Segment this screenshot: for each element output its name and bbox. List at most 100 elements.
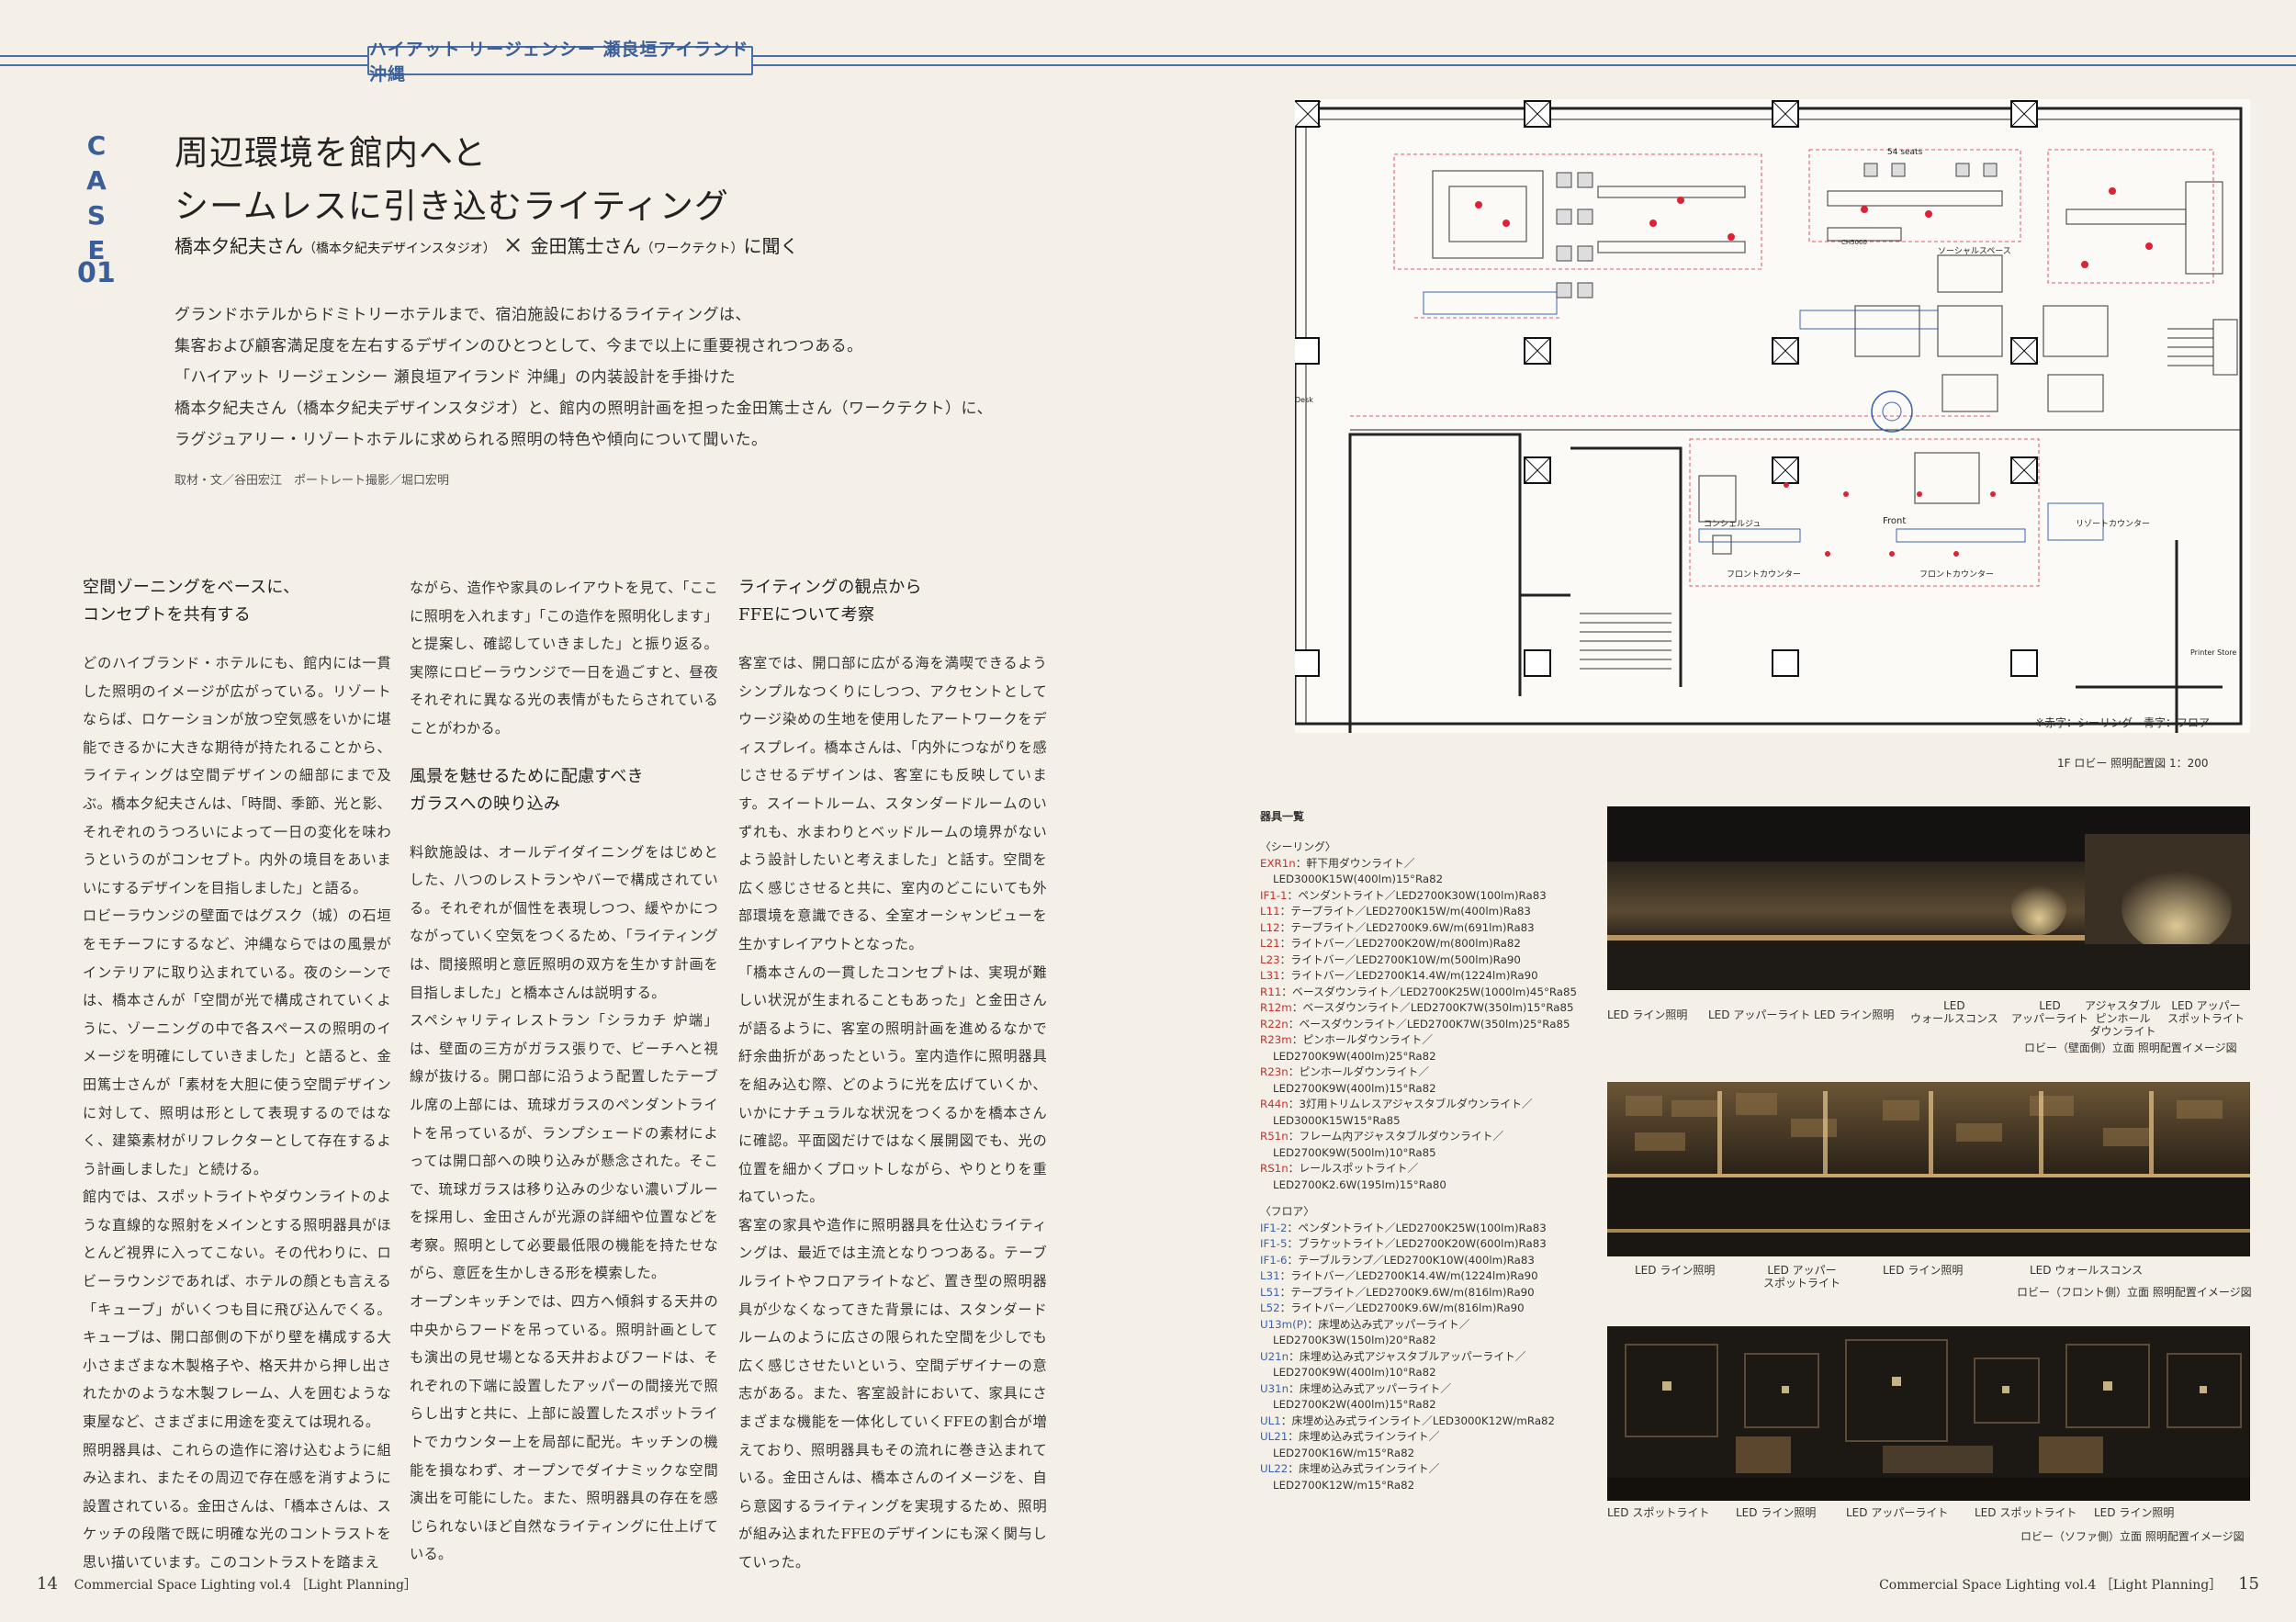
fixture-desc: ：床埋め込み式ラインライト／ (1288, 1462, 1440, 1475)
fixture-item: L31：ライトバー／LED2700K14.4W/m(1224lm)Ra90 (1260, 968, 1600, 985)
fixture-group-heading: 〈フロア〉 (1260, 1205, 1314, 1218)
fixture-spec: LED2700K16W/m15°Ra82 (1273, 1446, 1415, 1459)
body-paragraph: ロビーラウンジの壁面ではグスク（城）の石垣をモチーフにするなど、沖縄ならではの風… (83, 907, 391, 1177)
fixture-item: L31：ライトバー／LED2700K14.4W/m(1224lm)Ra90 (1260, 1268, 1600, 1285)
page-number: 14 (37, 1574, 58, 1594)
elevation-label: LED アッパー スポットライト (1763, 1264, 1841, 1290)
fixture-code: R23n (1260, 1065, 1289, 1078)
case-label: C A S E (81, 129, 112, 268)
fixture-spec: LED2700K9W(400lm)15°Ra82 (1273, 1081, 1436, 1095)
article-title: 周辺環境を館内へと シームレスに引き込むライティング (174, 127, 729, 233)
fixture-spec: LED2700K9W(400lm)25°Ra82 (1273, 1049, 1436, 1063)
person-name: 橋本夕紀夫さん (174, 235, 303, 257)
plan-label-front: Front (1883, 516, 1906, 526)
fixture-desc: ：3灯用トリムレスアジャスタブルダウンライト／ (1288, 1098, 1533, 1110)
elevation-label: LED アッパー スポットライト (2167, 999, 2245, 1025)
fixture-code: UL21 (1260, 1430, 1289, 1443)
fixture-code: L12 (1260, 920, 1280, 934)
lead-line: 集客および顧客満足度を左右するデザインのひとつとして、今まで以上に重要視されつつ… (174, 337, 863, 355)
case-number: 01 (77, 257, 116, 289)
body-paragraph: 客室では、開口部に広がる海を満喫できるようシンプルなつくりにしつつ、アクセントと… (738, 655, 1047, 952)
fixture-spec: LED2700K3W(150lm)20°Ra82 (1273, 1334, 1436, 1346)
elevation-label: LED ライン照明 (2094, 1506, 2175, 1519)
plan-label-social: ソーシャルスペース (1938, 247, 2011, 256)
plan-label-desk: Desk (1295, 396, 1313, 404)
fixture-item: IF1-1：ペンダントライト／LED2700K30W(100lm)Ra83 (1260, 888, 1600, 905)
fixture-spec: LED2700K12W/m15°Ra82 (1273, 1478, 1415, 1492)
fixture-desc: ：ライトバー／LED2700K14.4W/m(1224lm)Ra90 (1279, 1269, 1538, 1282)
elevation-image-wall (1607, 806, 2250, 990)
fixture-code: R22n (1260, 1017, 1289, 1031)
section-heading: 風景を魅せるために配慮すべき ガラスへの映り込み (410, 766, 644, 814)
plan-label-resort-counter: リゾートカウンター (2076, 519, 2150, 529)
fixture-item: R12m：ベースダウンライト／LED2700K7W(350lm)15°Ra85 (1260, 1000, 1600, 1017)
header-banner: ハイアット リージェンシー 瀬良垣アイランド 沖縄 (367, 39, 753, 84)
body-paragraph: どのハイブランド・ホテルにも、館内には一貫した照明のイメージが広がっている。リゾ… (83, 655, 391, 896)
body-paragraph: 料飲施設は、オールデイダイニングをはじめとした、八つのレストランやバーで構成され… (410, 843, 718, 1001)
fixture-item: U13m(P)：床埋め込み式アッパーライト／ (1260, 1317, 1600, 1334)
fixture-desc: ：床埋め込み式アッパーライト／ (1307, 1317, 1470, 1331)
fixture-desc: ：ピンホールダウンライト／ (1288, 1065, 1430, 1078)
body-paragraph: 「橋本さんの一貫したコンセプトは、実現が難しい状況が生まれることもあった」と金田… (738, 963, 1047, 1206)
fixture-item: L51：テープライト／LED2700K9.6W/m(816lm)Ra90 (1260, 1285, 1600, 1301)
elevation-label: LED ライン照明 (1607, 1008, 1688, 1021)
fixture-desc: ：床埋め込み式ラインライト／LED3000K12W/mRa82 (1280, 1414, 1556, 1427)
fixture-desc: ：テープライト／LED2700K9.6W/m(691lm)Ra83 (1279, 920, 1535, 934)
fixture-desc: ：ライトバー／LED2700K9.6W/m(816lm)Ra90 (1279, 1301, 1525, 1314)
fixture-item: R11：ベースダウンライト／LED2700K25W(1000lm)45°Ra85 (1260, 985, 1600, 1001)
lead-paragraph: グランドホテルからドミトリーホテルまで、宿泊施設におけるライティングは、 集客お… (174, 299, 1001, 456)
fixture-item: L21：ライトバー／LED2700K20W/m(800lm)Ra82 (1260, 936, 1600, 952)
plan-label-printer: Printer Store (2190, 648, 2236, 657)
lead-line: 橋本夕紀夫さん（橋本夕紀夫デザインスタジオ）と、館内の照明計画を担った金田篤士さ… (174, 400, 993, 418)
plan-label-front-counter: フロントカウンター (1727, 569, 1801, 580)
fixture-spec: LED2700K2.6W(195lm)15°Ra80 (1273, 1177, 1446, 1191)
elevation-label: LED アッパーライト (1708, 1008, 1811, 1021)
plan-label-ch: CH5000 (1841, 239, 1867, 246)
section-heading: ライティングの観点から FFEについて考察 (738, 578, 922, 625)
floor-plan: 54 seats ソーシャルスペース Front コンシェルジュ フロントカウン… (1292, 99, 2250, 733)
body-paragraph: スペシャリティレストラン「シラカチ 炉端」は、壁面の三方がガラス張りで、ビーチへ… (410, 1012, 718, 1282)
fixture-group-heading: 〈シーリング〉 (1260, 840, 1336, 853)
fixture-item: R44n：3灯用トリムレスアジャスタブルダウンライト／ (1260, 1097, 1600, 1113)
fixture-item: UL1：床埋め込み式ラインライト／LED3000K12W/mRa82 (1260, 1414, 1600, 1430)
fixture-list-title: 器具一覧 (1260, 810, 1305, 823)
elevation-label: LED ライン照明 (1883, 1264, 1964, 1277)
interviewees: 橋本夕紀夫さん（橋本夕紀夫デザインスタジオ） × 金田篤士さん（ワークテクト）に聞く (174, 231, 799, 259)
header-rule-top (0, 55, 2296, 57)
fixture-item: IF1-5：ブラケットライト／LED2700K20W(600lm)Ra83 (1260, 1236, 1600, 1253)
fixture-item: L52：ライトバー／LED2700K9.6W/m(816lm)Ra90 (1260, 1301, 1600, 1317)
running-footer: Commercial Space Lighting vol.4 ［Light P… (73, 1578, 417, 1593)
elevation-label: LED ウォールスコンス (2030, 1264, 2144, 1277)
title-line: シームレスに引き込むライティング (174, 186, 729, 226)
fixture-item: EXR1n：軒下用ダウンライト／ (1260, 856, 1600, 873)
suffix-text: に聞く (743, 235, 799, 257)
fixture-desc: ：ライトバー／LED2700K10W/m(500lm)Ra90 (1279, 952, 1521, 966)
plan-label-front-counter: フロントカウンター (1919, 569, 1994, 580)
fixture-item: UL21：床埋め込み式ラインライト／ (1260, 1429, 1600, 1446)
plan-label-concierge: コンシェルジュ (1704, 520, 1761, 529)
fixture-desc: ：テーブルランプ／LED2700K10W(400lm)Ra83 (1287, 1253, 1535, 1267)
fixture-desc: ：レールスポットライト／ (1288, 1162, 1419, 1175)
elevation-label: LED アッパーライト (2011, 999, 2089, 1025)
person-name: 金田篤士さん (530, 235, 641, 257)
fixture-desc: ：ピンホールダウンライト／ (1291, 1033, 1434, 1046)
elevation-label: LED ライン照明 (1814, 1008, 1895, 1021)
folio-right: Commercial Space Lighting vol.4 ［Light P… (1879, 1574, 2259, 1594)
fixture-item: IF1-6：テーブルランプ／LED2700K10W(400lm)Ra83 (1260, 1253, 1600, 1269)
fixture-code: UL22 (1260, 1462, 1289, 1475)
fixture-code: L51 (1260, 1285, 1280, 1299)
fixture-item: L12：テープライト／LED2700K9.6W/m(691lm)Ra83 (1260, 920, 1600, 937)
fixture-code: R11 (1260, 985, 1282, 998)
cross-mark: × (502, 231, 523, 259)
fixture-desc: ：床埋め込み式アジャスタブルアッパーライト／ (1289, 1349, 1526, 1363)
fixture-desc: ：ペンダントライト／LED2700K25W(100lm)Ra83 (1287, 1221, 1547, 1234)
fixture-item: U21n：床埋め込み式アジャスタブルアッパーライト／ (1260, 1349, 1600, 1366)
body-paragraph: 客室の家具や造作に照明器具を仕込むライティングは、最近では主流となりつつある。テ… (738, 1216, 1047, 1571)
person-org: （ワークテクト） (640, 242, 744, 256)
fixture-desc: ：テープライト／LED2700K9.6W/m(816lm)Ra90 (1279, 1285, 1535, 1299)
fixture-desc: ：ライトバー／LED2700K14.4W/m(1224lm)Ra90 (1279, 969, 1538, 982)
person-org: （橋本夕紀夫デザインスタジオ） (303, 242, 496, 256)
body-column-1: 空間ゾーニングをベースに、 コンセプトを共有する どのハイブランド・ホテルにも、館… (83, 574, 391, 1577)
body-paragraph: 館内では、スポットライトやダウンライトのような直線的な照射をメインとする照明器具… (83, 1188, 391, 1431)
plan-note: ※赤字：シーリング 青字：フロア (2035, 716, 2211, 729)
